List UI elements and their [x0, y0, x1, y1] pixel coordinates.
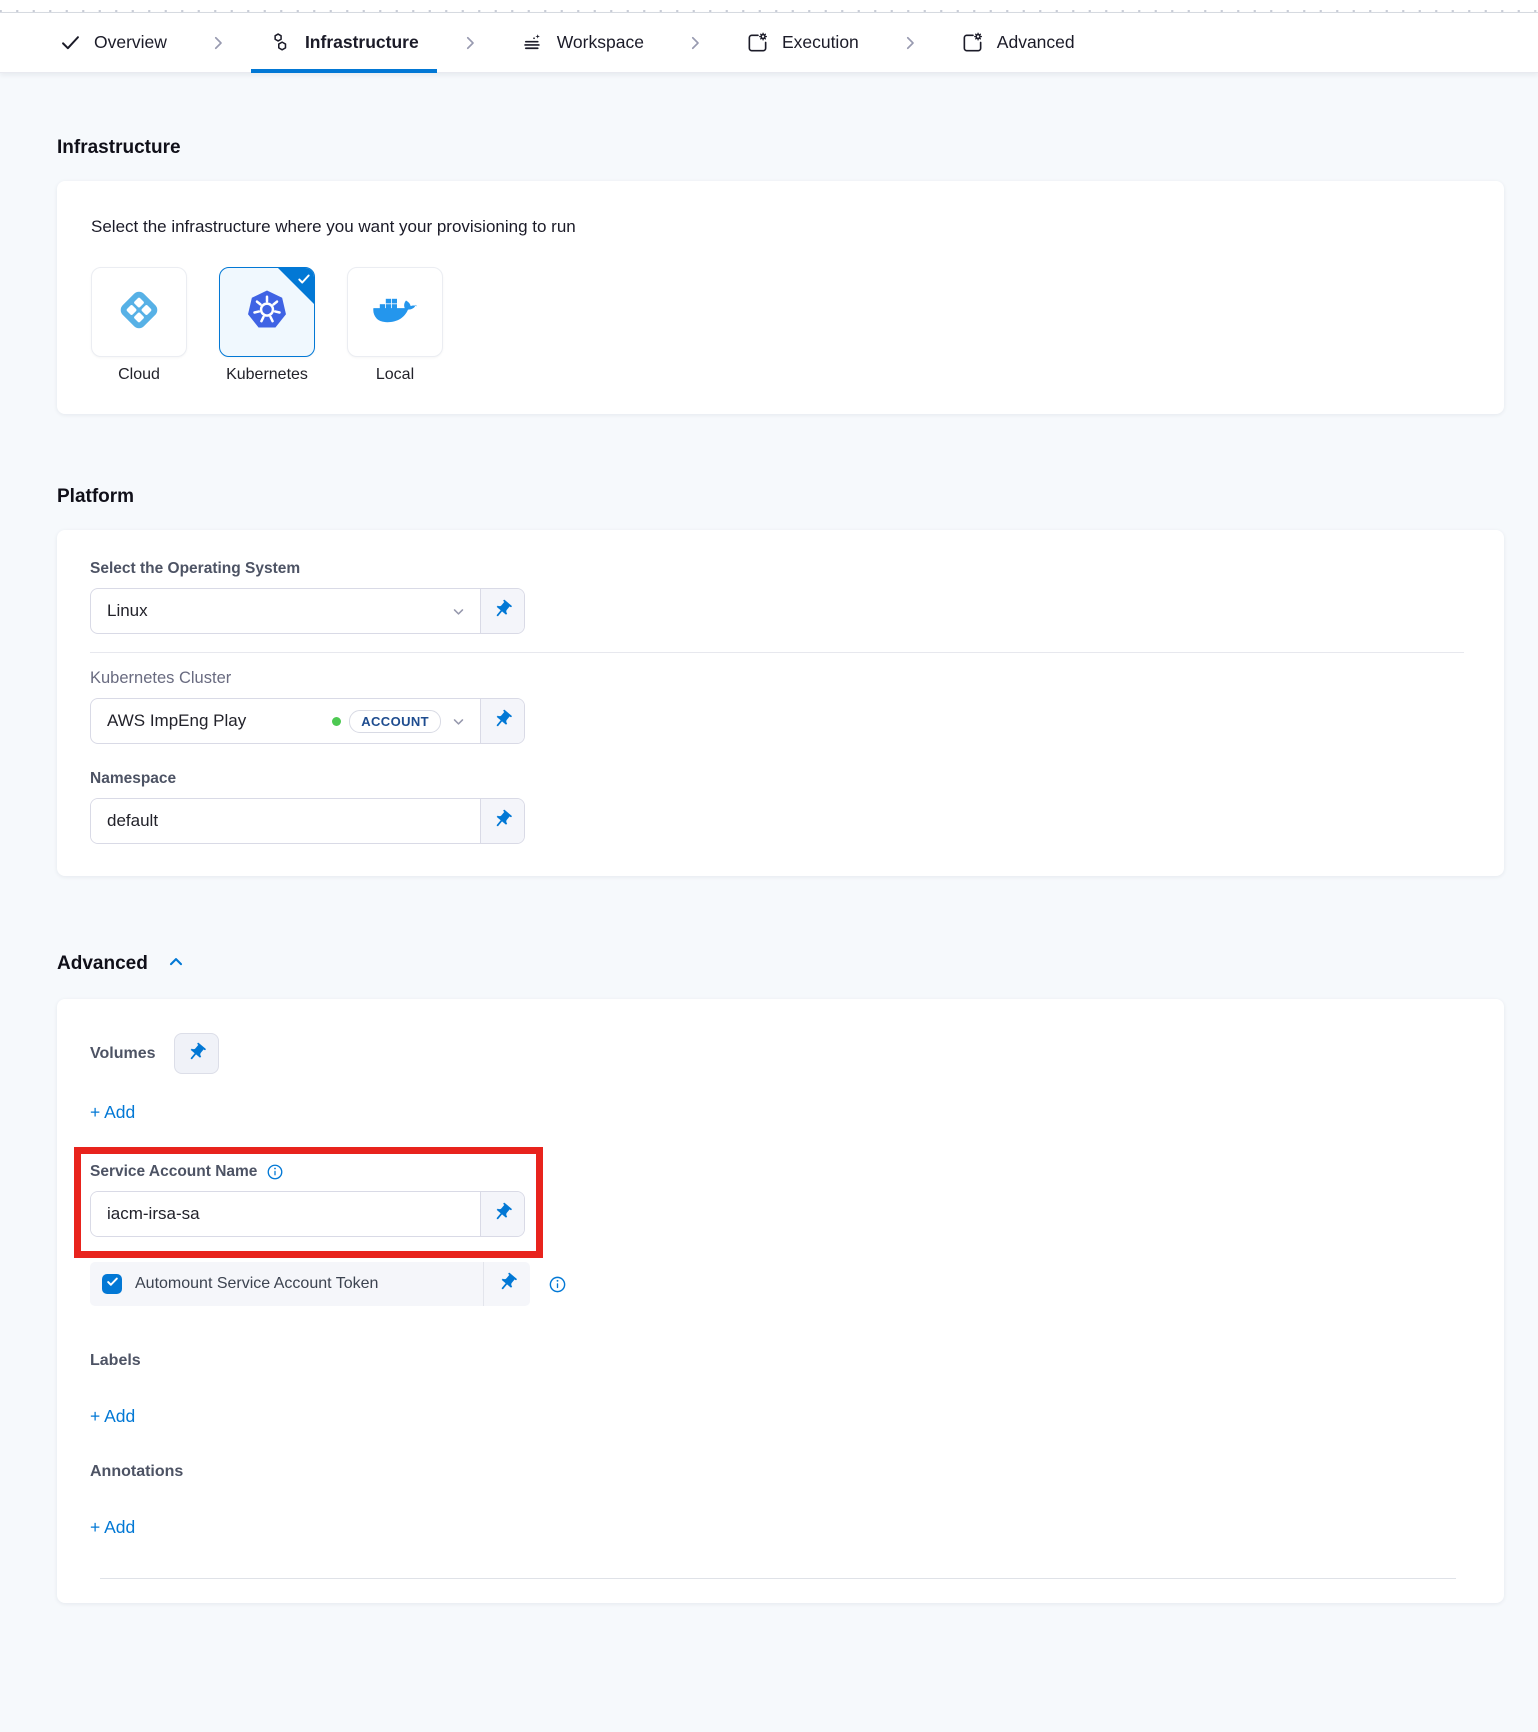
automount-label: Automount Service Account Token	[135, 1275, 378, 1293]
infra-option-local-wrap: Local	[347, 267, 443, 384]
add-volume-link[interactable]: + Add	[90, 1102, 135, 1123]
connector-status-dot	[332, 717, 341, 726]
layers-stack-icon	[521, 31, 544, 54]
tab-advanced-label: Advanced	[997, 32, 1075, 53]
pin-icon	[492, 1202, 513, 1226]
pin-icon	[492, 809, 513, 833]
os-label: Select the Operating System	[90, 560, 1464, 578]
section-title-infrastructure: Infrastructure	[57, 137, 1504, 159]
check-icon	[60, 32, 81, 53]
chevron-right-icon	[686, 13, 704, 72]
service-account-input[interactable]	[91, 1192, 480, 1236]
section-title-platform: Platform	[57, 486, 1504, 508]
row-divider	[90, 652, 1464, 653]
os-select[interactable]: Linux	[91, 589, 480, 633]
infra-option-cloud-label: Cloud	[118, 366, 160, 384]
chevron-right-icon	[209, 13, 227, 72]
tab-advanced[interactable]: Advanced	[961, 13, 1075, 72]
infra-option-local[interactable]	[347, 267, 443, 357]
advanced-heading-row: Advanced	[57, 950, 1504, 977]
cloud-icon	[116, 287, 162, 338]
add-labels-link[interactable]: + Add	[90, 1406, 135, 1427]
collapse-advanced-button[interactable]	[164, 950, 188, 977]
tab-workspace-label: Workspace	[557, 32, 644, 53]
tab-workspace[interactable]: Workspace	[521, 13, 644, 72]
volumes-pin-button[interactable]	[174, 1033, 219, 1074]
tab-infrastructure-label: Infrastructure	[305, 32, 419, 53]
infra-option-kubernetes-label: Kubernetes	[226, 366, 308, 384]
namespace-input[interactable]	[91, 799, 480, 843]
infrastructure-card: Select the infrastructure where you want…	[57, 181, 1504, 414]
service-account-label: Service Account Name	[90, 1163, 257, 1181]
chevron-up-icon	[166, 952, 186, 975]
info-icon[interactable]	[266, 1163, 284, 1181]
cluster-field-group: AWS ImpEng Play ACCOUNT	[90, 698, 525, 744]
cluster-select[interactable]: AWS ImpEng Play ACCOUNT	[91, 699, 480, 743]
namespace-pin-button[interactable]	[480, 799, 524, 843]
labels-label: Labels	[90, 1352, 1480, 1370]
page: Overview Infrastructure	[0, 0, 1538, 1603]
automount-line: Automount Service Account Token	[90, 1262, 1480, 1306]
volumes-row: Volumes	[90, 1033, 1480, 1074]
chevron-down-icon	[449, 712, 468, 731]
advanced-card: Volumes + Add Service Account Name	[57, 999, 1504, 1603]
infra-option-kubernetes-wrap: Kubernetes	[219, 267, 315, 384]
annotations-label: Annotations	[90, 1463, 1480, 1481]
infrastructure-description: Select the infrastructure where you want…	[91, 217, 1470, 237]
wizard-tabbar: Overview Infrastructure	[0, 13, 1538, 73]
tab-overview-label: Overview	[94, 32, 167, 53]
automount-row: Automount Service Account Token	[90, 1262, 530, 1306]
service-account-field-group	[90, 1191, 525, 1237]
infra-option-cloud[interactable]	[91, 267, 187, 357]
infrastructure-options: Cloud	[91, 267, 1470, 384]
tab-execution-label: Execution	[782, 32, 859, 53]
namespace-field-group	[90, 798, 525, 844]
cluster-pin-button[interactable]	[480, 699, 524, 743]
main-content: Infrastructure Select the infrastructure…	[57, 137, 1504, 1603]
section-title-advanced: Advanced	[57, 953, 148, 975]
chevron-right-icon	[461, 13, 479, 72]
tab-infrastructure[interactable]: Infrastructure	[269, 13, 419, 72]
os-pin-button[interactable]	[480, 589, 524, 633]
pin-icon	[497, 1272, 518, 1296]
tab-overview[interactable]: Overview	[60, 13, 167, 72]
docker-icon	[371, 291, 419, 334]
hexagons-icon	[269, 31, 292, 54]
os-select-value: Linux	[107, 601, 148, 621]
platform-card: Select the Operating System Linux Kubern…	[57, 530, 1504, 876]
selected-check-icon	[297, 272, 311, 291]
chevron-down-icon	[449, 602, 468, 621]
service-account-pin-button[interactable]	[480, 1192, 524, 1236]
automount-checkbox[interactable]	[102, 1274, 122, 1294]
os-field-group: Linux	[90, 588, 525, 634]
infra-option-cloud-wrap: Cloud	[91, 267, 187, 384]
checkbox-check-icon	[106, 1275, 119, 1293]
bottom-divider	[100, 1578, 1456, 1579]
add-annotations-link[interactable]: + Add	[90, 1517, 135, 1538]
infra-option-kubernetes[interactable]	[219, 267, 315, 357]
dotted-background-strip	[0, 0, 1538, 13]
cluster-label: Kubernetes Cluster	[90, 669, 1464, 688]
pin-icon	[492, 709, 513, 733]
scope-badge: ACCOUNT	[349, 710, 441, 733]
namespace-label: Namespace	[90, 770, 1464, 788]
volumes-label: Volumes	[90, 1045, 156, 1063]
service-account-section: Service Account Name	[90, 1163, 525, 1237]
cluster-select-value: AWS ImpEng Play	[107, 711, 246, 731]
pin-icon	[492, 599, 513, 623]
automount-pin-button[interactable]	[484, 1272, 530, 1296]
tab-execution[interactable]: Execution	[746, 13, 859, 72]
automount-info-icon[interactable]	[548, 1275, 567, 1294]
box-gear-icon	[746, 31, 769, 54]
infra-option-local-label: Local	[376, 366, 414, 384]
box-gear-icon	[961, 31, 984, 54]
chevron-right-icon	[901, 13, 919, 72]
pin-icon	[186, 1042, 207, 1066]
